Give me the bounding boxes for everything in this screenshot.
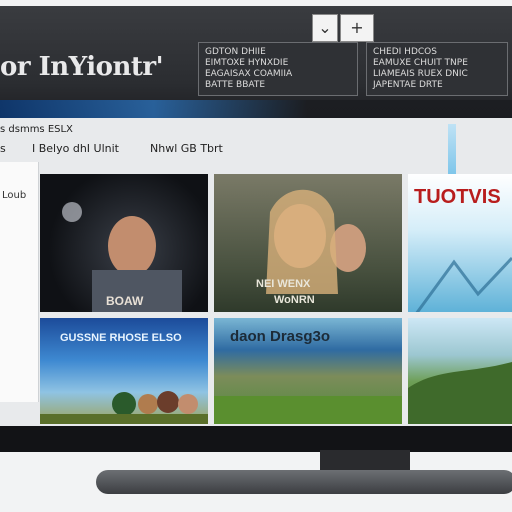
tile-caption: BOAW — [106, 294, 144, 308]
sidebar: Loub — [0, 162, 39, 402]
tile-artwork — [62, 202, 182, 312]
tv-stand-base — [96, 470, 512, 494]
tv-bezel-bottom — [0, 426, 512, 452]
tile-caption: TUOTVIS — [414, 186, 501, 208]
tile-caption: WoNRN — [274, 294, 315, 306]
content-tile[interactable]: daon Drasg3o — [214, 318, 402, 424]
menu-item[interactable]: I Belyo dhI Ulnit — [32, 142, 119, 155]
chevron-down-icon[interactable]: ⌄ — [312, 14, 338, 42]
info-line: EAGAISAX COAMIIA — [205, 69, 293, 79]
content-tile[interactable]: BOAW — [40, 174, 208, 312]
menu-item[interactable]: Nhwl GB Tbrt — [150, 142, 223, 155]
info-line: EIMTOXE HYNXDIE — [205, 58, 289, 68]
menu-row-1[interactable]: s dsmms ESLX — [0, 124, 73, 135]
info-line: JAPENTAE DRTE — [373, 80, 443, 90]
tile-artwork — [408, 362, 512, 424]
info-line: EAMUXE CHUIT TNPE — [373, 58, 468, 68]
info-line: BATTE BBATE — [205, 80, 266, 90]
tile-caption: GUSSNE RHOSE ELSO — [60, 332, 182, 344]
scroll-accent — [448, 124, 456, 174]
info-panel-right: CHEDI HDCOS EAMUXE CHUIT TNPE LIAMEAIS R… — [366, 42, 508, 96]
content-tile[interactable]: GUSSNE RHOSE ELSO — [40, 318, 208, 424]
add-icon[interactable]: + — [340, 14, 374, 42]
info-line: LIAMEAIS RUEX DNIC — [373, 69, 468, 79]
content-tile[interactable]: TUOTVIS — [408, 174, 512, 312]
content-tile[interactable] — [408, 318, 512, 424]
tile-caption: NEI WENX — [256, 278, 311, 290]
content-tile[interactable]: NEI WENX WoNRN — [214, 174, 402, 312]
accent-glow — [0, 100, 512, 120]
brand-title: or InYiontr' — [0, 52, 164, 82]
info-line: CHEDI HDCOS — [373, 47, 437, 57]
sidebar-item-label[interactable]: Loub — [2, 190, 26, 201]
menu-item[interactable]: s — [0, 142, 6, 155]
tile-caption: daon Drasg3o — [230, 328, 331, 345]
info-panel-left: GDTON DHIIE EIMTOXE HYNXDIE EAGAISAX COA… — [198, 42, 358, 96]
info-line: GDTON DHIIE — [205, 47, 266, 57]
tile-artwork — [266, 189, 366, 294]
